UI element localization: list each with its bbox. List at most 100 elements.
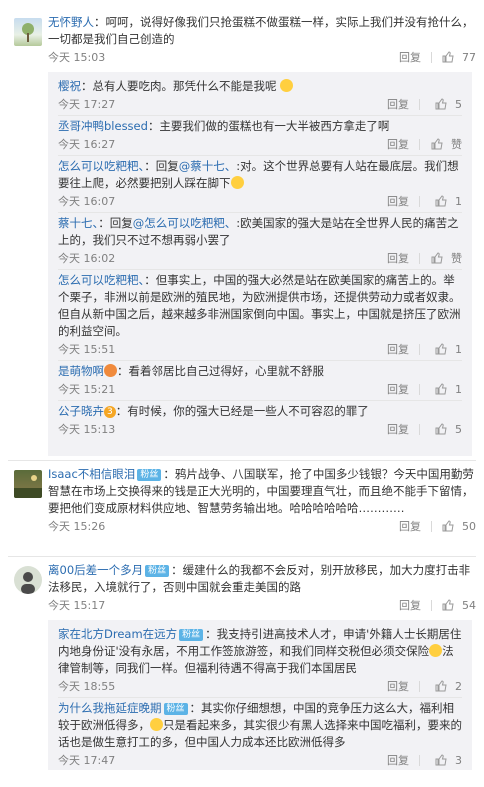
like-button[interactable]: 50 bbox=[442, 520, 476, 533]
separator bbox=[419, 195, 420, 207]
reply-prefix: ：回复 bbox=[98, 216, 133, 230]
mention-link[interactable]: @怎么可以吃粑粑、 bbox=[133, 216, 237, 230]
fan-badge: 粉丝 bbox=[163, 703, 188, 715]
reply-text: ：看着邻居比自己过得好，心里就不舒服 bbox=[117, 364, 324, 378]
like-count: 54 bbox=[462, 598, 476, 612]
like-count: 赞 bbox=[451, 138, 462, 151]
like-count: 5 bbox=[455, 422, 462, 436]
like-count: 5 bbox=[455, 97, 462, 111]
reply-item: 怎么可以吃粑粑、：但事实上，中国的强大必然是站在欧美国家的痛苦上的。举个栗子，非… bbox=[58, 270, 462, 361]
like-button[interactable]: 5 bbox=[430, 423, 462, 436]
reply-author[interactable]: 樱祝 bbox=[58, 79, 81, 93]
landscape-icon bbox=[14, 475, 42, 498]
reply-button[interactable]: 回复 bbox=[387, 421, 409, 437]
comment-item: 离00后差一个多月 粉丝 ：缓建什么的我都不会反对，别开放移民，加大力度打击非法移民… bbox=[0, 562, 484, 614]
comment-item: Isaac不相信眼泪 粉丝 ：鸦片战争、八国联军，抢了中国多少钱银？今天中国用勤劳智… bbox=[0, 466, 484, 535]
like-button[interactable]: 1 bbox=[430, 343, 462, 356]
like-button[interactable]: 77 bbox=[442, 51, 476, 64]
like-count: 1 bbox=[455, 382, 462, 396]
avatar[interactable] bbox=[14, 18, 42, 46]
reply-author[interactable]: 蔡十七、 bbox=[58, 216, 98, 230]
reply-time: 今天 15:21 bbox=[58, 383, 116, 396]
thumbs-up-icon bbox=[442, 520, 454, 532]
reply-text: ：有时候，你的强大已经是一些人不可容忍的罪了 bbox=[115, 404, 369, 418]
reply-time: 今天 15:13 bbox=[58, 423, 116, 436]
reply-item: 公子晓卉 3 ：有时候，你的强大已经是一些人不可容忍的罪了 今天 15:13 回复 5 bbox=[58, 401, 462, 440]
reply-prefix: ：回复 bbox=[144, 159, 179, 173]
mention-link[interactable]: @蔡十七、 bbox=[179, 159, 237, 173]
reply-item: 樱祝：总有人要吃肉。那凭什么不能是我呢 今天 17:27 回复 5 bbox=[58, 76, 462, 116]
thumbs-up-icon bbox=[435, 423, 447, 435]
reply-button[interactable]: 回复 bbox=[399, 597, 421, 613]
like-count: 1 bbox=[455, 194, 462, 208]
like-count: 77 bbox=[462, 50, 476, 64]
reply-author[interactable]: 怎么可以吃粑粑、 bbox=[58, 273, 144, 287]
person-icon bbox=[21, 572, 35, 594]
reply-time: 今天 18:55 bbox=[58, 680, 116, 693]
like-button[interactable]: 1 bbox=[430, 383, 462, 396]
separator bbox=[419, 754, 420, 766]
like-button[interactable]: 5 bbox=[430, 98, 462, 111]
reply-button[interactable]: 回复 bbox=[387, 341, 409, 357]
comment-text: ：呵呵，说得好像我们只抢蛋糕不做蛋糕一样，实际上我们并没有抢什么，一切都是我们自… bbox=[48, 15, 474, 46]
reply-button[interactable]: 回复 bbox=[387, 678, 409, 694]
comment-author[interactable]: Isaac不相信眼泪 bbox=[48, 467, 135, 481]
thumbs-up-icon bbox=[435, 343, 447, 355]
reply-button[interactable]: 回复 bbox=[399, 49, 421, 65]
smile-emoji-icon bbox=[429, 644, 443, 657]
reply-author[interactable]: 公子晓卉 bbox=[58, 404, 104, 418]
separator bbox=[419, 680, 420, 692]
like-button[interactable]: 赞 bbox=[430, 250, 462, 266]
reply-item: 为什么我拖延症晚期 粉丝 ：其实你仔细想想，中国的竞争压力这么大，福利相较于欧洲低得… bbox=[58, 698, 462, 771]
reply-time: 今天 16:07 bbox=[58, 195, 116, 208]
thumbs-up-icon bbox=[431, 138, 443, 150]
reply-item: 怎么可以吃粑粑、：回复@蔡十七、:对。这个世界总要有人站在最底层。我们想要往上爬… bbox=[58, 156, 462, 213]
reply-author[interactable]: 是萌物啊 bbox=[58, 364, 104, 378]
comment-author[interactable]: 离00后差一个多月 bbox=[48, 563, 143, 577]
like-button[interactable]: 1 bbox=[430, 195, 462, 208]
level-badge: 3 bbox=[104, 406, 116, 418]
reply-button[interactable]: 回复 bbox=[399, 518, 421, 534]
reply-author[interactable]: 怎么可以吃粑粑、 bbox=[58, 159, 144, 173]
thumbs-up-icon bbox=[435, 680, 447, 692]
reply-button[interactable]: 回复 bbox=[387, 752, 409, 768]
reply-button[interactable]: 回复 bbox=[387, 250, 409, 266]
like-button[interactable]: 54 bbox=[442, 599, 476, 612]
avatar[interactable] bbox=[14, 470, 42, 498]
reply-time: 今天 15:51 bbox=[58, 343, 116, 356]
reply-button[interactable]: 回复 bbox=[387, 193, 409, 209]
separator bbox=[419, 343, 420, 355]
thumbs-up-icon bbox=[442, 599, 454, 611]
reply-button[interactable]: 回复 bbox=[387, 381, 409, 397]
tree-icon bbox=[22, 23, 34, 42]
thumbs-up-icon bbox=[435, 98, 447, 110]
reply-author[interactable]: 家在北方Dream在远方 bbox=[58, 627, 177, 641]
comment-time: 今天 15:03 bbox=[48, 51, 106, 64]
reply-button[interactable]: 回复 bbox=[387, 136, 409, 152]
separator bbox=[419, 138, 420, 150]
separator bbox=[419, 98, 420, 110]
separator bbox=[431, 599, 432, 611]
separator bbox=[431, 51, 432, 63]
reply-author[interactable]: 为什么我拖延症晚期 bbox=[58, 701, 162, 715]
like-button[interactable]: 赞 bbox=[430, 136, 462, 152]
reply-item: 家在北方Dream在远方 粉丝 ：我支持引进高技术人才，申请'外籍人士长期居住内地身… bbox=[58, 624, 462, 698]
fan-badge: 粉丝 bbox=[179, 629, 204, 641]
like-button[interactable]: 2 bbox=[430, 680, 462, 693]
like-count: 2 bbox=[455, 679, 462, 693]
divider bbox=[8, 556, 476, 557]
avatar[interactable] bbox=[14, 566, 42, 594]
thumbs-up-icon bbox=[435, 754, 447, 766]
reply-text: ：总有人要吃肉。那凭什么不能是我呢 bbox=[81, 79, 277, 93]
smile-emoji-icon bbox=[230, 176, 244, 189]
separator bbox=[431, 520, 432, 532]
comment-time: 今天 15:26 bbox=[48, 520, 106, 533]
reply-item: 是萌物啊 ：看着邻居比自己过得好，心里就不舒服 今天 15:21 回复 1 bbox=[58, 361, 462, 401]
comment-author[interactable]: 无怀野人 bbox=[48, 15, 94, 29]
fan-badge: 粉丝 bbox=[137, 469, 162, 481]
separator bbox=[419, 252, 420, 264]
reply-author[interactable]: 丞哥冲鸭blessed bbox=[58, 119, 148, 133]
reply-list: 家在北方Dream在远方 粉丝 ：我支持引进高技术人才，申请'外籍人士长期居住内地身… bbox=[48, 620, 472, 770]
like-button[interactable]: 3 bbox=[430, 754, 462, 767]
reply-button[interactable]: 回复 bbox=[387, 96, 409, 112]
